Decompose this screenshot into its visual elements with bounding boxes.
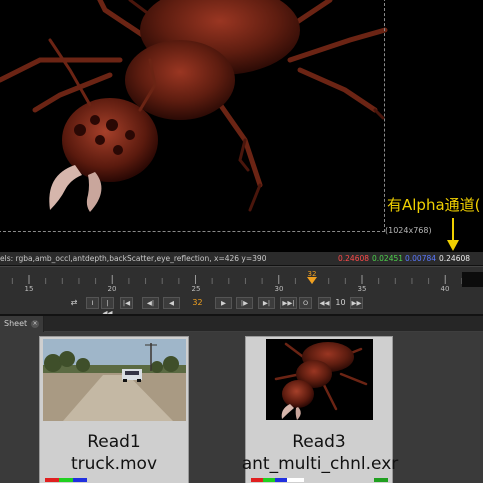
tick-label: 30 [274,285,284,293]
tick-label: 20 [107,285,117,293]
current-frame-field[interactable]: 32 [185,297,210,309]
pixel-value-alpha: 0.24608 [439,254,471,263]
first-frame-button[interactable]: |◀◀ [101,297,114,317]
node-thumbnail [43,339,186,421]
playback-controls: ⇄ I |◀◀ |◀ ◀| ◀ 32 ▶ |▶ ▶| ▶▶| O ◀◀ 10 ▶… [0,297,483,317]
next-keyframe-button[interactable]: ▶| [258,297,275,309]
alpha-channel-annotation: 有Alpha通道( [387,196,481,214]
step-back-button[interactable]: ◀◀ [318,297,331,309]
playhead-marker-icon[interactable] [307,277,317,285]
node-name: Read1 [87,432,141,452]
step-forward-button[interactable]: ▶▶ [350,297,363,309]
tab-sheet[interactable]: Sheet × [0,316,44,332]
node-name: Read3 [292,432,346,452]
tick-label: 25 [191,285,201,293]
read-node-read1[interactable]: Read1 truck.mov [39,336,189,483]
in-point-button[interactable]: I [86,297,99,309]
out-point-button[interactable]: O [299,297,312,309]
truck-thumbnail-image [43,339,186,421]
node-filename: ant_multi_chnl.exr [241,454,399,474]
prev-frame-button[interactable]: ◀| [142,297,159,309]
channel-info-text: els: rgba,amb_occl,antdepth,backScatter,… [0,254,267,263]
viewer-info-bar: els: rgba,amb_occl,antdepth,backScatter,… [0,252,483,266]
tick-label: 35 [357,285,367,293]
format-frame-border [0,0,385,232]
channel-red-indicator [251,478,263,482]
annotation-arrow-icon [447,218,459,251]
last-frame-button[interactable]: ▶▶| [280,297,297,309]
node-filename: truck.mov [70,454,158,474]
channel-green-indicator [263,478,275,482]
channel-alpha-indicator [287,478,304,482]
multichannel-indicator [374,478,388,482]
pixel-value-red: 0.24608 [338,254,370,263]
read-node-read3[interactable]: Read3 ant_multi_chnl.exr [242,336,398,483]
channel-red-indicator [45,478,59,482]
next-frame-button[interactable]: |▶ [236,297,253,309]
tick-label: 15 [24,285,34,293]
ruler-end-block [462,272,483,287]
resolution-label: (1024x768) [385,226,432,235]
frame-step-field[interactable]: 10 [333,297,348,309]
frame-ruler[interactable]: 15 20 25 30 35 40 32 [0,267,483,297]
tab-label: Sheet [4,319,28,328]
loop-mode-icon[interactable]: ⇄ [66,297,82,309]
ant-thumbnail-image [274,342,368,420]
viewer-panel[interactable]: (1024x768) 有Alpha通道( [0,0,483,252]
pixel-value-blue: 0.00784 [405,254,437,263]
node-graph-panel[interactable]: Read1 truck.mov Read3 ant_multi_chnl.exr [0,332,483,483]
close-icon[interactable]: × [31,320,39,328]
play-backward-button[interactable]: ◀ [163,297,180,309]
pixel-value-green: 0.02451 [372,254,404,263]
channel-green-indicator [59,478,73,482]
ruler-ticks [11,275,463,284]
timeline-panel: 15 20 25 30 35 40 32 ⇄ I |◀◀ |◀ ◀| ◀ 32 … [0,266,483,317]
tick-label: 40 [440,285,450,293]
node-thumbnail [266,339,373,420]
channel-blue-indicator [275,478,287,482]
channel-blue-indicator [73,478,87,482]
play-forward-button[interactable]: ▶ [215,297,232,309]
panel-tab-bar: Sheet × [0,316,483,332]
prev-keyframe-button[interactable]: |◀ [120,297,133,309]
